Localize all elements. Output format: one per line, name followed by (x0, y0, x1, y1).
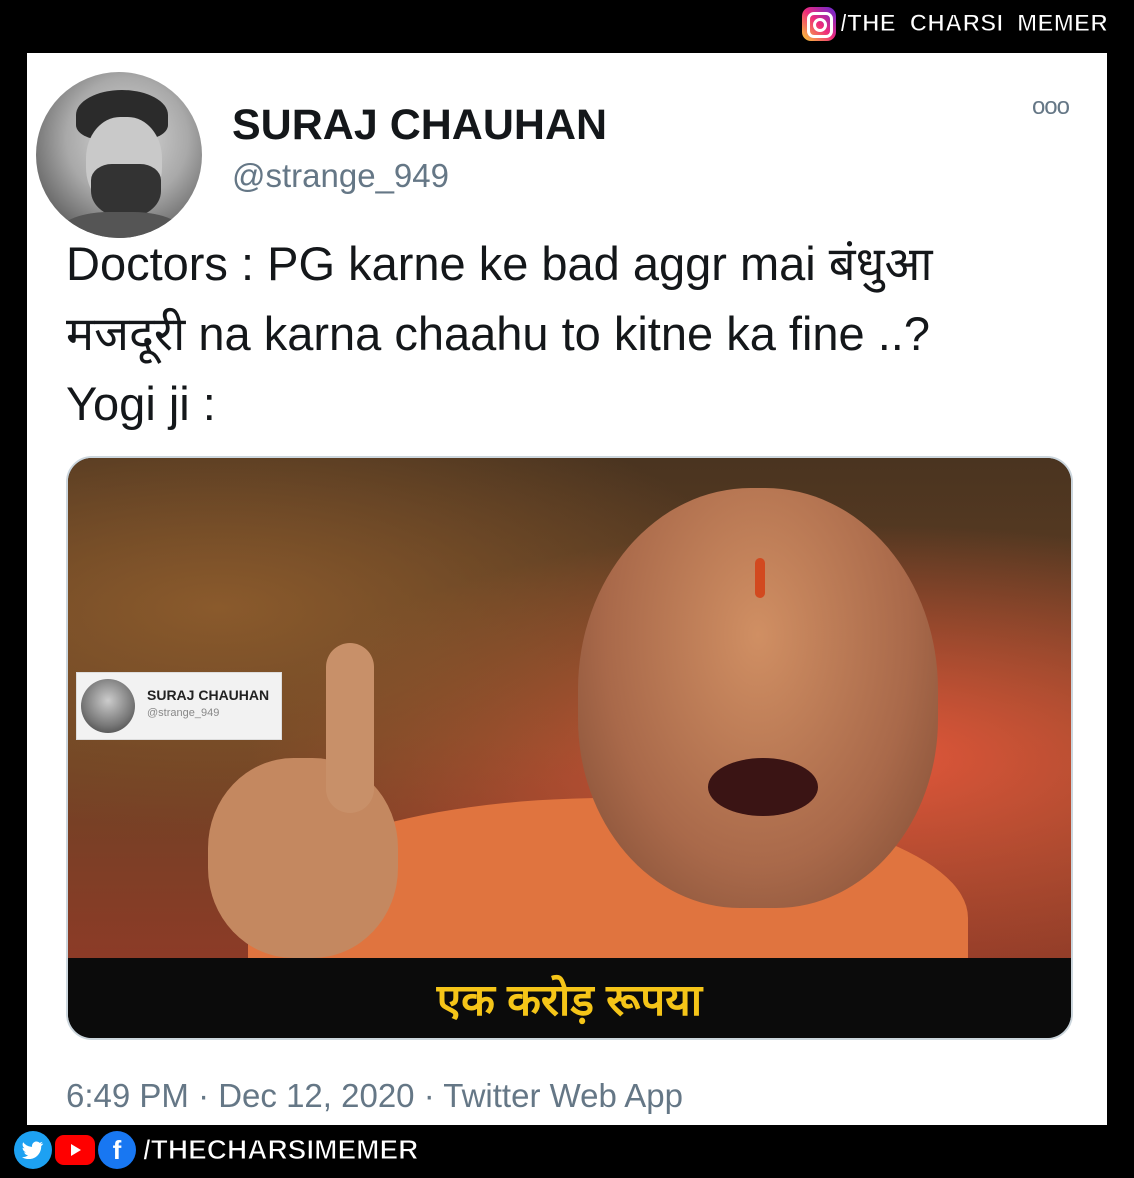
social-handle-text: /THECHARSIMEMER (142, 1134, 419, 1166)
watermark-name: SURAJ CHAUHAN (147, 687, 270, 703)
watermark-avatar (81, 679, 135, 733)
youtube-icon (55, 1135, 95, 1165)
display-name[interactable]: SURAJ CHAUHAN (232, 101, 607, 150)
bottom-social-handle: f /THECHARSIMEMER (14, 1130, 419, 1170)
more-options-icon[interactable]: ooo (1032, 93, 1070, 121)
tweet-text-line: मजदूरी na karna chaahu to kitne ka fine … (66, 307, 930, 360)
tweet-text-line: Yogi ji : (66, 377, 216, 430)
tweet-text: Doctors : PG karne ke bad aggr mai बंधुआ… (66, 229, 1076, 439)
media-caption: एक करोड़ रूपया (436, 976, 703, 1025)
caption-bar: एक करोड़ रूपया (68, 958, 1071, 1038)
tilak-mark (755, 558, 765, 598)
person-mouth (708, 758, 818, 816)
person-finger (326, 643, 374, 813)
tweet-card: SURAJ CHAUHAN @strange_949 ooo Doctors :… (27, 53, 1107, 1125)
person-head (578, 488, 938, 908)
facebook-icon: f (98, 1131, 136, 1169)
instagram-handle: /THE_CHARSI_MEMER (840, 10, 1109, 38)
top-social-handle: /THE_CHARSI_MEMER (802, 4, 1108, 44)
tweet-text-line: Doctors : PG karne ke bad aggr mai बंधुआ (66, 237, 933, 290)
instagram-icon (802, 7, 837, 41)
tweet-media-image[interactable]: SURAJ CHAUHAN @strange_949 एक करोड़ रूपय… (66, 456, 1073, 1040)
twitter-icon (14, 1131, 52, 1169)
tweet-timestamp-source[interactable]: 6:49 PM · Dec 12, 2020 · Twitter Web App (66, 1077, 683, 1115)
watermark-profile: SURAJ CHAUHAN @strange_949 (76, 672, 282, 740)
avatar[interactable] (36, 72, 202, 238)
watermark-username: @strange_949 (147, 707, 220, 719)
username[interactable]: @strange_949 (232, 157, 449, 195)
